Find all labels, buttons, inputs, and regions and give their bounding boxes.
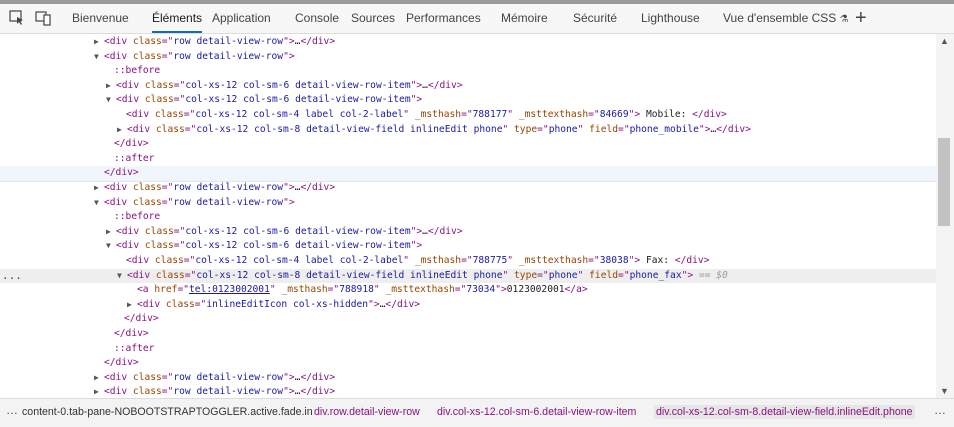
dom-node[interactable]: ▶ <div class="row detail-view-row">…</div…: [0, 385, 936, 398]
expand-arrow-icon[interactable]: ▶: [94, 371, 104, 386]
tab-elements[interactable]: Éléments: [152, 4, 203, 33]
tab-sources[interactable]: Sources: [351, 4, 395, 33]
breadcrumb-item[interactable]: content-0.tab-pane-NOBOOTSTRAPTOGGLER.ac…: [22, 406, 313, 418]
dom-closing-tag[interactable]: </div>: [0, 356, 936, 371]
tab-application[interactable]: Application: [212, 4, 271, 33]
dom-node[interactable]: ▶ <div class="col-xs-12 col-sm-6 detail-v…: [0, 225, 936, 240]
device-emulation-icon[interactable]: [34, 9, 52, 27]
breadcrumb-overflow-right-icon[interactable]: …: [934, 403, 946, 417]
dom-node[interactable]: ▶ <div class="col-xs-12 col-sm-8 detail-v…: [0, 123, 936, 138]
scrollbar-thumb[interactable]: [938, 138, 950, 226]
breadcrumb-overflow-left-icon[interactable]: …: [6, 403, 18, 417]
expand-arrow-icon[interactable]: ▶: [117, 123, 127, 138]
dom-node[interactable]: ▼ <div class="row detail-view-row">: [0, 50, 936, 65]
dom-closing-tag[interactable]: </div>: [0, 327, 936, 342]
dom-node[interactable]: ▶ <div class="col-xs-12 col-sm-6 detail-v…: [0, 79, 936, 94]
collapse-arrow-icon[interactable]: ▼: [106, 93, 116, 108]
node-actions-icon[interactable]: ...: [2, 269, 22, 284]
dom-closing-tag[interactable]: </div>: [0, 166, 936, 182]
breadcrumb: … content-0.tab-pane-NOBOOTSTRAPTOGGLER.…: [0, 398, 954, 427]
pseudo-element[interactable]: ::after: [0, 342, 936, 357]
breadcrumb-item[interactable]: div.col-xs-12.col-sm-6.detail-view-row-i…: [437, 406, 636, 418]
devtools-tabbar: Bienvenue Éléments Application Console S…: [0, 4, 954, 34]
add-tab-icon[interactable]: +: [855, 8, 867, 28]
collapse-arrow-icon[interactable]: ▼: [117, 269, 127, 284]
dom-node[interactable]: ▶ <div class="row detail-view-row">…</div…: [0, 371, 936, 386]
dom-node[interactable]: ▶ <div class="row detail-view-row">…</div…: [0, 35, 936, 50]
vertical-scrollbar[interactable]: ▲ ▼: [936, 34, 954, 398]
tab-css-overview-label: Vue d'ensemble CSS: [723, 11, 837, 25]
breadcrumb-item-selected[interactable]: div.col-xs-12.col-sm-8.detail-view-field…: [654, 405, 915, 419]
collapse-arrow-icon[interactable]: ▼: [94, 50, 104, 65]
tab-welcome[interactable]: Bienvenue: [72, 4, 129, 33]
tab-console[interactable]: Console: [295, 4, 339, 33]
expand-arrow-icon[interactable]: ▶: [127, 298, 137, 313]
expand-arrow-icon[interactable]: ▶: [94, 35, 104, 50]
tel-link[interactable]: tel:0123002001: [189, 284, 270, 295]
tab-memory[interactable]: Mémoire: [501, 4, 548, 33]
pseudo-element[interactable]: ::before: [0, 210, 936, 225]
elements-dom-tree: ▶ <div class="row detail-view-row">…</div…: [0, 34, 936, 398]
expand-arrow-icon[interactable]: ▶: [94, 181, 104, 196]
dom-node[interactable]: <div class="col-xs-12 col-sm-4 label col…: [0, 108, 936, 123]
tab-security[interactable]: Sécurité: [573, 4, 617, 33]
dom-node[interactable]: ▶ <div class="inlineEditIcon col-xs-hidde…: [0, 298, 936, 313]
tab-lighthouse[interactable]: Lighthouse: [641, 4, 700, 33]
dom-node[interactable]: ▼ <div class="col-xs-12 col-sm-6 detail-v…: [0, 93, 936, 108]
dom-node[interactable]: ▶ <div class="row detail-view-row">…</div…: [0, 181, 936, 196]
scroll-down-icon[interactable]: ▼: [940, 386, 949, 396]
inspect-icon[interactable]: [8, 9, 26, 27]
collapse-arrow-icon[interactable]: ▼: [106, 239, 116, 254]
collapse-arrow-icon[interactable]: ▼: [94, 196, 104, 211]
tab-performance[interactable]: Performances: [406, 4, 481, 33]
dom-closing-tag[interactable]: </div>: [0, 312, 936, 327]
expand-arrow-icon[interactable]: ▶: [94, 385, 104, 398]
dom-node[interactable]: <div class="col-xs-12 col-sm-4 label col…: [0, 254, 936, 269]
dom-node[interactable]: ▼ <div class="col-xs-12 col-sm-6 detail-v…: [0, 239, 936, 254]
pseudo-element[interactable]: ::before: [0, 64, 936, 79]
dom-closing-tag[interactable]: </div>: [0, 137, 936, 152]
expand-arrow-icon[interactable]: ▶: [106, 79, 116, 94]
expand-arrow-icon[interactable]: ▶: [106, 225, 116, 240]
experiment-icon: ⚗: [839, 14, 849, 25]
dom-node[interactable]: <a href="tel:0123002001" _msthash="78891…: [0, 283, 936, 298]
pseudo-element[interactable]: ::after: [0, 152, 936, 167]
dom-node[interactable]: ▼ <div class="row detail-view-row">: [0, 196, 936, 211]
scroll-up-icon[interactable]: ▲: [940, 36, 949, 46]
selected-dom-node[interactable]: ... ▼ <div class="col-xs-12 col-sm-8 deta…: [0, 268, 936, 284]
breadcrumb-item[interactable]: div.row.detail-view-row: [314, 406, 420, 418]
tab-css-overview[interactable]: Vue d'ensemble CSS ⚗: [723, 4, 849, 33]
